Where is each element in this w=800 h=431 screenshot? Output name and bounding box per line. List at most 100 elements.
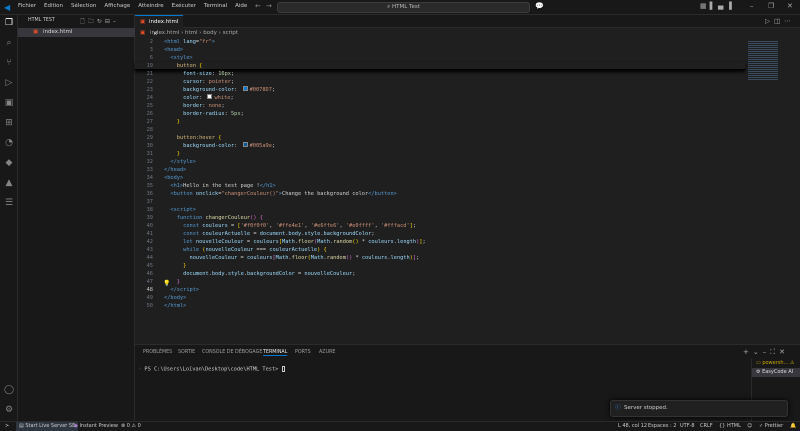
maximize-button[interactable]: ❐ (768, 2, 774, 10)
code-line[interactable]: 42 let nouvelleCouleur = couleurs[Math. f… (135, 238, 745, 246)
code-line[interactable]: 35 <h1> Hello in the test page ! </h1> (135, 182, 745, 190)
menu-executer[interactable]: Exécuter (172, 3, 196, 9)
instant-preview-button[interactable]: ◆ Instant Preview (74, 422, 118, 431)
code-line[interactable]: 43 while (nouvelleCouleur === couleurAct… (135, 246, 745, 254)
code-line[interactable]: 6 <style> (135, 54, 745, 62)
code-line[interactable]: 24 color: white; (135, 94, 745, 102)
code-line[interactable]: 27 } (135, 118, 745, 126)
editor-actions-icons[interactable]: ▷◫⋯ (765, 17, 795, 25)
panel-tab-probl-mes[interactable]: PROBLÈMES (143, 350, 172, 355)
close-window-button[interactable]: ✕ (787, 2, 793, 10)
python-icon[interactable]: ◆ (4, 158, 14, 168)
code-line[interactable]: 31 } (135, 150, 745, 158)
minimap[interactable] (745, 38, 790, 348)
edge-devtools-icon[interactable]: ◔ (4, 138, 14, 148)
code-line[interactable]: 46 document. body. style. backgroundColor =… (135, 270, 745, 278)
code-line[interactable]: 19 button { (135, 62, 745, 70)
menu-affichage[interactable]: Affichage (104, 3, 130, 9)
panel-tab-azure[interactable]: AZURE (319, 350, 335, 355)
lightbulb-icon[interactable]: 💡 (163, 280, 170, 287)
forward-arrow-icon[interactable]: → (266, 2, 272, 10)
terminal-item-easycode[interactable]: ⚙ EasyCode AI (752, 368, 800, 377)
code-line[interactable]: 28 (135, 126, 745, 134)
menu-terminal[interactable]: Terminal (204, 3, 227, 9)
code-line[interactable]: 50 </html> (135, 302, 745, 310)
panel-actions-icons[interactable]: +⌄–⛶✕ (743, 348, 789, 357)
language-mode[interactable]: {} HTML (719, 422, 741, 431)
copilot-chat-icon[interactable]: 💬 (535, 2, 544, 10)
color-swatch[interactable] (242, 142, 248, 147)
code-token: changerCouleur (205, 215, 251, 221)
notifications-bell-icon[interactable]: 🔔 (790, 422, 796, 431)
live-server-button[interactable]: ▤ Start Live Server SE (16, 422, 79, 431)
azure-icon[interactable]: ▲ (4, 178, 14, 188)
code-line[interactable]: 23 background-color: #0078D7; (135, 86, 745, 94)
cursor-position[interactable]: L 48, col 12 (618, 422, 647, 431)
testing-icon[interactable]: ☰ (4, 198, 14, 208)
problems-button[interactable]: ⊗ 0 ⚠ 0 (121, 422, 141, 431)
terminal-item-powershell[interactable]: ▭ powersh... ⚠ (752, 359, 800, 368)
end-of-line[interactable]: CRLF (700, 422, 713, 431)
menu-edition[interactable]: Edition (44, 3, 63, 9)
back-arrow-icon[interactable]: ← (255, 2, 261, 10)
run-debug-icon[interactable]: ▷ (4, 78, 14, 88)
explorer-actions-icons[interactable]: 🗋🗀↻⊟– (80, 17, 119, 27)
file-item-index-html[interactable]: ▣ index.html (18, 28, 135, 37)
search-icon[interactable]: ⌕ (4, 38, 14, 48)
color-swatch[interactable] (207, 94, 213, 99)
breadcrumb-script[interactable]: script (223, 30, 238, 36)
terminal-output[interactable]: ◦ PS C:\Users\Loïvan\Desktop\code\HTML T… (138, 366, 285, 373)
code-line[interactable]: 22 cursor: pointer; (135, 78, 745, 86)
explorer-icon[interactable]: ❐ (4, 18, 14, 28)
code-line[interactable]: 36 <button onclick = "changerCouleur()" > Ch… (135, 190, 745, 198)
prettier-button[interactable]: ✓ Prettier (759, 422, 783, 431)
copilot-icon[interactable]: ☺ (747, 422, 752, 431)
code-editor[interactable]: 2 <html lang = "fr" >3 <head> 6 <style> 19 butt… (135, 38, 745, 310)
command-center-search[interactable]: ⌕ HTML Test (277, 2, 530, 13)
breadcrumb-html[interactable]: html (185, 30, 198, 36)
menu-selection[interactable]: Sélection (71, 3, 96, 9)
minimize-button[interactable]: – (750, 2, 754, 10)
code-line[interactable]: 45 } (135, 262, 745, 270)
panel-tab-console-de-d-bogage[interactable]: CONSOLE DE DÉBOGAGE (202, 350, 262, 355)
indentation[interactable]: Espaces : 2 (648, 422, 676, 431)
panel-tab-sortie[interactable]: SORTIE (178, 350, 195, 355)
code-line[interactable]: 40 const couleurs = ['#f0f0f0', '#ffe4e1… (135, 222, 745, 230)
layout-toggle-icons[interactable]: ▦▌▄▐ (700, 2, 735, 10)
code-line[interactable]: 34 <body> (135, 174, 745, 182)
code-line[interactable]: 32 </style> (135, 158, 745, 166)
code-line[interactable]: 2 <html lang = "fr" > (135, 38, 745, 46)
code-line[interactable]: 25 border: none; (135, 102, 745, 110)
panel-tab-ports[interactable]: PORTS (295, 350, 311, 355)
remote-icon[interactable]: ≻ (5, 422, 9, 431)
account-icon[interactable]: ◯ (4, 385, 14, 395)
tab-index-html[interactable]: ▣ index.html × (135, 15, 183, 37)
code-line[interactable]: 29 button:hover { (135, 134, 745, 142)
menu-fichier[interactable]: Fichier (18, 3, 36, 9)
code-line[interactable]: 48 </script> (135, 286, 745, 294)
code-line[interactable]: 47 } (135, 278, 745, 286)
code-line[interactable]: 3 <head> (135, 46, 745, 54)
color-swatch[interactable] (242, 86, 248, 91)
code-line[interactable]: 21 font-size: 16px; (135, 70, 745, 78)
breadcrumb-body[interactable]: body (203, 30, 217, 36)
settings-gear-icon[interactable]: ⚙ (4, 405, 14, 415)
code-line[interactable]: 30 background-color: #005a9e; (135, 142, 745, 150)
breadcrumb-file[interactable]: index.html (150, 30, 179, 36)
menu-atteindre[interactable]: Atteindre (138, 3, 163, 9)
explorer-folder-title[interactable]: HTML TEST (28, 18, 55, 23)
source-control-icon[interactable]: ⑂ (4, 58, 14, 68)
menu-aide[interactable]: Aide (235, 3, 247, 9)
code-line[interactable]: 39 function changerCouleur() { (135, 214, 745, 222)
remote-explorer-icon[interactable]: ▣ (4, 98, 14, 108)
panel-tab-terminal[interactable]: TERMINAL (263, 350, 288, 356)
extensions-icon[interactable]: ⊞ (4, 118, 14, 128)
code-line[interactable]: 38 <script> (135, 206, 745, 214)
code-line[interactable]: 41 const couleurActuelle = document. body… (135, 230, 745, 238)
code-line[interactable]: 33 </head> (135, 166, 745, 174)
encoding[interactable]: UTF-8 (680, 422, 695, 431)
code-line[interactable]: 37 (135, 198, 745, 206)
code-line[interactable]: 44 nouvelleCouleur = couleurs[Math. floor… (135, 254, 745, 262)
code-line[interactable]: 26 border-radius: 5px; (135, 110, 745, 118)
code-line[interactable]: 49 </body> (135, 294, 745, 302)
